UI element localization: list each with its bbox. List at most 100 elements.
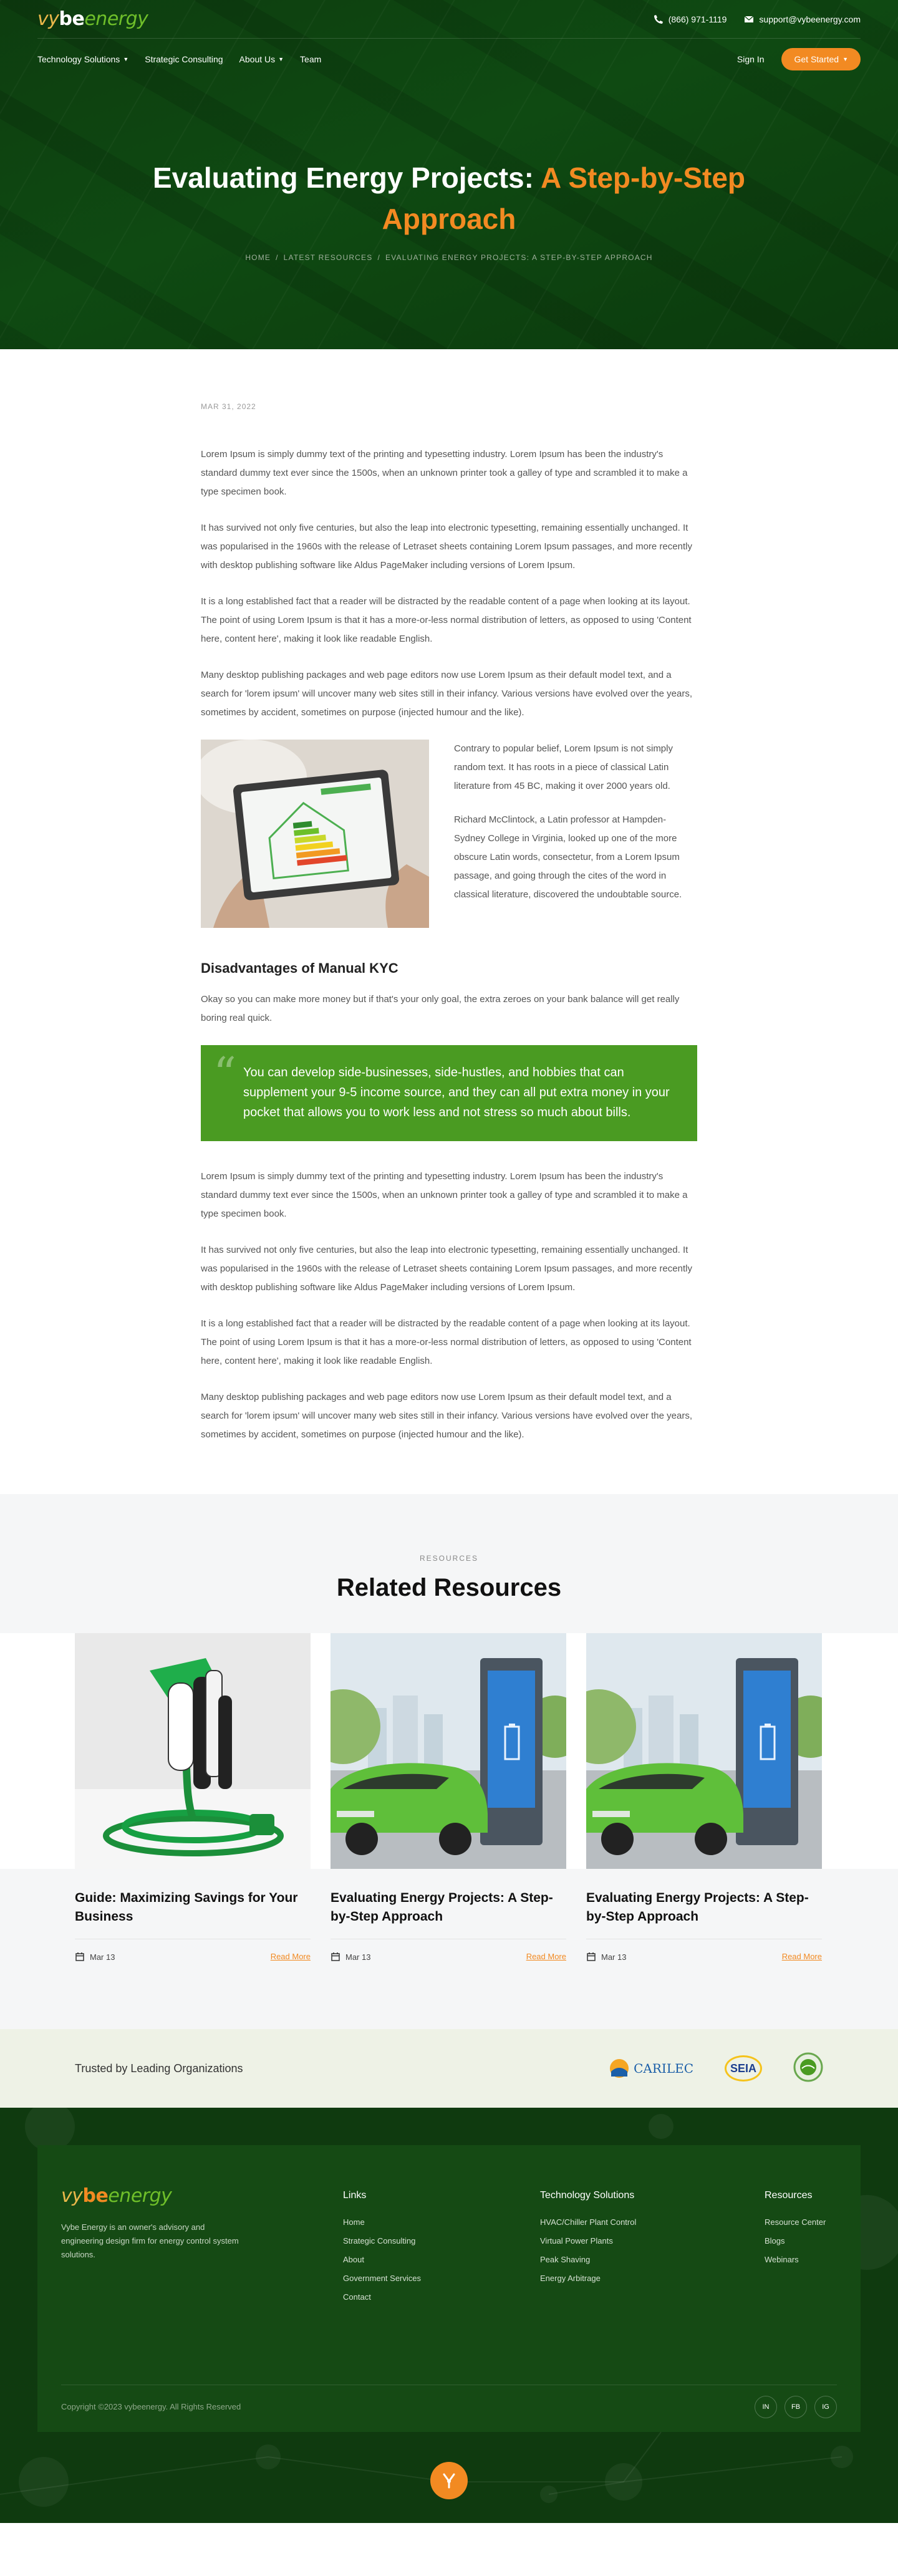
phone-icon <box>654 14 663 24</box>
car-charging-illustration <box>331 1633 566 1869</box>
card-title[interactable]: Guide: Maximizing Savings for Your Busin… <box>75 1889 311 1926</box>
footer-link-energy-arbitrage[interactable]: Energy Arbitrage <box>540 2274 765 2283</box>
phone-link[interactable]: (866) 971-1119 <box>654 14 727 24</box>
footer-column-title: Resources <box>765 2190 813 2201</box>
tablet-energy-image <box>201 740 429 928</box>
seia-wordmark: SEIA <box>730 2062 756 2075</box>
logo-part-be: be <box>82 2185 109 2207</box>
paragraph: It has survived not only five centuries,… <box>201 523 692 571</box>
nav-strategic-consulting[interactable]: Strategic Consulting <box>145 54 223 64</box>
nav-label: Strategic Consulting <box>145 54 223 64</box>
paragraph: Richard McClintock, a Latin professor at… <box>454 814 682 900</box>
footer-column-title: Technology Solutions <box>540 2190 635 2201</box>
chevron-down-icon: ▼ <box>842 56 848 62</box>
get-started-label: Get Started <box>794 54 839 64</box>
card-date: Mar 13 <box>345 1952 371 1962</box>
chevron-down-icon: ▼ <box>278 56 284 62</box>
nav-team[interactable]: Team <box>300 54 321 64</box>
read-more-link[interactable]: Read More <box>271 1952 311 1962</box>
logo-part-be: be <box>59 8 85 30</box>
green-seal-logo <box>793 2052 823 2085</box>
email-link[interactable]: support@vybeenergy.com <box>744 14 861 24</box>
copyright-text: Copyright ©2023 vybeenergy. All Rights R… <box>61 2402 241 2411</box>
card-date: Mar 13 <box>90 1952 115 1962</box>
nav-label: About Us <box>239 54 276 64</box>
contact-info: (866) 971-1119 support@vybeenergy.com <box>654 14 861 24</box>
resource-card[interactable]: Evaluating Energy Projects: A Step-by-St… <box>586 1633 822 1962</box>
logo-part-energy: energy <box>84 8 148 30</box>
top-bar: vybeenergy (866) 971-1119 support@vybeen… <box>37 0 861 39</box>
pull-quote: “ You can develop side-businesses, side-… <box>201 1045 697 1141</box>
logo-part-energy: energy <box>108 2185 172 2207</box>
calendar-icon <box>331 1952 340 1961</box>
footer-link-hvac[interactable]: HVAC/Chiller Plant Control <box>540 2217 765 2227</box>
get-started-button[interactable]: Get Started ▼ <box>781 48 861 70</box>
footer-resources-column: Resources Resource Center Blogs Webinars <box>765 2185 826 2311</box>
footer-column-title: Links <box>343 2190 367 2201</box>
card-meta: Mar 13 Read More <box>331 1939 566 1962</box>
nav-label: Technology Solutions <box>37 54 120 64</box>
resource-card[interactable]: Guide: Maximizing Savings for Your Busin… <box>75 1633 311 1962</box>
linkedin-icon[interactable]: IN <box>755 2396 777 2418</box>
footer-links-column: Links Home Strategic Consulting About Go… <box>343 2185 540 2311</box>
car-charging-illustration <box>586 1633 822 1869</box>
logo-part-vy: vy <box>61 2185 83 2207</box>
instagram-icon[interactable]: IG <box>814 2396 837 2418</box>
paragraph: Lorem Ipsum is simply dummy text of the … <box>201 449 688 497</box>
resource-card[interactable]: Evaluating Energy Projects: A Step-by-St… <box>331 1633 566 1962</box>
paragraph: Contrary to popular belief, Lorem Ipsum … <box>454 743 673 791</box>
seia-logo: SEIA <box>725 2055 762 2082</box>
quote-text: You can develop side-businesses, side-hu… <box>243 1066 670 1119</box>
paragraph: It is a long established fact that a rea… <box>201 596 692 644</box>
footer-link-virtual-power-plants[interactable]: Virtual Power Plants <box>540 2236 765 2246</box>
calendar-icon <box>75 1952 84 1961</box>
read-more-link[interactable]: Read More <box>526 1952 566 1962</box>
footer-description: Vybe Energy is an owner's advisory and e… <box>61 2222 239 2259</box>
card-title[interactable]: Evaluating Energy Projects: A Step-by-St… <box>331 1889 566 1926</box>
footer-link-strategic-consulting[interactable]: Strategic Consulting <box>343 2236 540 2246</box>
post-date: MAR 31, 2022 <box>201 402 256 411</box>
ev-charging-car-image <box>331 1633 566 1869</box>
sign-in-link[interactable]: Sign In <box>737 54 765 64</box>
related-resources: RESOURCES Related Resources Guide: Maxim… <box>0 1494 898 2029</box>
breadcrumb-separator: / <box>276 253 279 262</box>
social-links: IN FB IG <box>755 2396 837 2418</box>
mail-icon <box>744 15 754 22</box>
footer-link-home[interactable]: Home <box>343 2217 540 2227</box>
footer-link-blogs[interactable]: Blogs <box>765 2236 826 2246</box>
carilec-logo: CARILEC <box>609 2058 693 2079</box>
footer-link-webinars[interactable]: Webinars <box>765 2255 826 2264</box>
article-body: MAR 31, 2022 Lorem Ipsum is simply dummy… <box>201 349 697 1444</box>
card-meta: Mar 13 Read More <box>586 1939 822 1962</box>
nav-about-us[interactable]: About Us ▼ <box>239 54 284 64</box>
carilec-wordmark: CARILEC <box>634 2061 693 2076</box>
partner-logos: CARILEC SEIA <box>609 2052 823 2085</box>
breadcrumb-latest-resources[interactable]: LATEST RESOURCES <box>284 253 373 262</box>
nav-label: Team <box>300 54 322 64</box>
hero-section: vybeenergy (866) 971-1119 support@vybeen… <box>0 0 898 349</box>
paragraph: Many desktop publishing packages and web… <box>201 1392 692 1440</box>
footer-link-about[interactable]: About <box>343 2255 540 2264</box>
page-title: Evaluating Energy Projects: A Step-by-St… <box>125 157 773 239</box>
trusted-by-strip: Trusted by Leading Organizations CARILEC… <box>0 2029 898 2108</box>
footer-link-peak-shaving[interactable]: Peak Shaving <box>540 2255 765 2264</box>
paragraph: Many desktop publishing packages and web… <box>201 670 692 718</box>
footer-link-contact[interactable]: Contact <box>343 2292 540 2302</box>
nav-technology-solutions[interactable]: Technology Solutions ▼ <box>37 54 128 64</box>
card-date: Mar 13 <box>601 1952 627 1962</box>
floating-brand-button[interactable] <box>430 2462 468 2499</box>
footer-link-government-services[interactable]: Government Services <box>343 2274 540 2283</box>
breadcrumb-home[interactable]: HOME <box>245 253 271 262</box>
footer-link-resource-center[interactable]: Resource Center <box>765 2217 826 2227</box>
ev-charging-car-image <box>586 1633 822 1869</box>
section-heading: Disadvantages of Manual KYC <box>201 960 398 976</box>
footer-panel: vybeenergy Vybe Energy is an owner's adv… <box>37 2145 861 2432</box>
site-logo[interactable]: vybeenergy <box>37 8 148 30</box>
facebook-icon[interactable]: FB <box>785 2396 807 2418</box>
media-row: Contrary to popular belief, Lorem Ipsum … <box>201 740 697 928</box>
section-eyebrow: RESOURCES <box>419 1554 478 1563</box>
read-more-link[interactable]: Read More <box>782 1952 822 1962</box>
card-title[interactable]: Evaluating Energy Projects: A Step-by-St… <box>586 1889 822 1926</box>
footer-logo[interactable]: vybeenergy <box>61 2185 343 2207</box>
brand-mark-icon <box>443 2473 455 2489</box>
